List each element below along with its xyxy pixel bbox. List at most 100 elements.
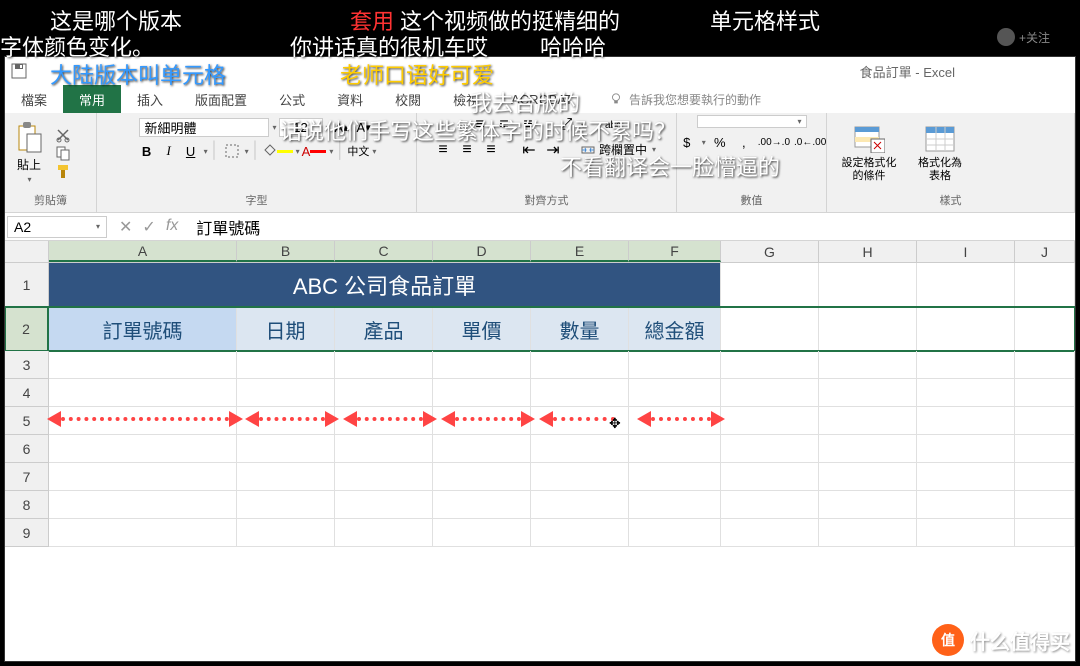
title-cell[interactable]: ABC 公司食品訂單 [49,263,721,307]
cell[interactable] [237,463,335,491]
cell[interactable] [1015,491,1075,519]
tell-me-search[interactable]: 告訴我您想要執行的動作 [609,85,761,113]
paste-button[interactable]: 貼上 ▾ [11,120,47,186]
cell[interactable] [917,491,1015,519]
cell[interactable] [721,351,819,379]
cell[interactable] [917,307,1015,351]
increase-decimal-button[interactable]: .00→.0 [758,132,790,152]
col-header[interactable]: J [1015,241,1075,262]
name-box[interactable]: A2 ▾ [7,216,107,238]
cell[interactable] [433,407,531,435]
cell[interactable] [1015,407,1075,435]
chevron-down-icon[interactable]: ▾ [245,147,249,156]
format-painter-icon[interactable] [55,163,71,179]
cell[interactable] [531,407,629,435]
cell[interactable] [819,519,917,547]
cell[interactable] [531,435,629,463]
cell[interactable] [433,463,531,491]
cell[interactable] [237,407,335,435]
tab-acrobat[interactable]: ACROBAT [495,85,589,113]
format-table-button[interactable]: 格式化為表格 [909,121,971,183]
header-cell[interactable]: 數量 [531,307,629,351]
row-header[interactable]: 2 [5,307,49,351]
cell[interactable] [335,379,433,407]
cell[interactable] [433,379,531,407]
cell[interactable] [819,407,917,435]
row-header[interactable]: 3 [5,351,49,379]
follow-button[interactable]: +关注 [997,28,1050,46]
header-cell[interactable]: 產品 [335,307,433,351]
cell[interactable] [721,263,819,307]
cell[interactable] [629,519,721,547]
cancel-formula-icon[interactable]: ✕ [119,217,132,237]
cell[interactable] [49,407,237,435]
decrease-decimal-button[interactable]: .0←.00 [794,132,826,152]
cell[interactable] [917,351,1015,379]
increase-indent-icon[interactable]: ⇥ [543,140,563,160]
bold-button[interactable]: B [137,141,157,161]
row-header[interactable]: 8 [5,491,49,519]
save-icon[interactable] [11,63,27,79]
cell[interactable] [721,435,819,463]
decrease-font-button[interactable]: A▾ [354,117,374,137]
cell[interactable] [335,351,433,379]
cell[interactable] [1015,379,1075,407]
cell[interactable] [819,351,917,379]
col-header[interactable]: H [819,241,917,262]
cell[interactable] [1015,263,1075,307]
chevron-down-icon[interactable]: ▾ [326,123,330,132]
merge-center-button[interactable]: 跨欄置中 ▾ [577,139,660,160]
cell[interactable] [721,491,819,519]
row-header[interactable]: 9 [5,519,49,547]
cell[interactable] [917,463,1015,491]
cell[interactable] [629,351,721,379]
cell[interactable] [335,491,433,519]
col-header[interactable]: G [721,241,819,262]
tab-formulas[interactable]: 公式 [263,85,321,113]
comma-button[interactable]: , [734,132,754,152]
decrease-indent-icon[interactable]: ⇤ [519,140,539,160]
tab-view[interactable]: 檢視 [437,85,495,113]
accept-formula-icon[interactable]: ✓ [142,217,155,237]
cell[interactable] [237,379,335,407]
cell[interactable] [531,519,629,547]
cell[interactable] [721,307,819,351]
chevron-down-icon[interactable]: ▾ [581,121,585,130]
orientation-icon[interactable]: ⤢ [556,115,576,135]
fill-color-button[interactable] [263,141,293,161]
align-right-icon[interactable]: ≡ [481,140,501,160]
chevron-down-icon[interactable]: ▾ [329,147,333,156]
col-header[interactable]: F [629,241,721,262]
tab-data[interactable]: 資料 [321,85,379,113]
select-all-corner[interactable] [5,241,49,262]
copy-icon[interactable] [55,145,71,161]
cell[interactable] [335,407,433,435]
cell[interactable] [49,351,237,379]
number-format-select[interactable]: ▾ [697,115,807,128]
underline-button[interactable]: U [181,141,201,161]
align-middle-icon[interactable]: ≡ [494,115,514,135]
font-size-select[interactable] [279,118,323,137]
cell[interactable] [819,435,917,463]
tab-insert[interactable]: 插入 [121,85,179,113]
col-header[interactable]: B [237,241,335,262]
cell[interactable] [819,463,917,491]
cut-icon[interactable] [55,127,71,143]
fx-icon[interactable]: fx [166,217,178,237]
cell[interactable] [531,491,629,519]
phonetic-button[interactable]: 中文 [347,141,369,161]
cell[interactable] [819,263,917,307]
cell[interactable] [917,263,1015,307]
cell[interactable] [49,379,237,407]
cell[interactable] [1015,463,1075,491]
cell[interactable] [721,407,819,435]
cell[interactable] [433,491,531,519]
cell[interactable] [237,435,335,463]
cell[interactable] [917,519,1015,547]
cell[interactable] [49,463,237,491]
chevron-down-icon[interactable]: ▾ [702,138,706,147]
cell[interactable] [819,379,917,407]
tab-review[interactable]: 校閱 [379,85,437,113]
font-name-select[interactable] [139,118,269,137]
cell[interactable] [721,379,819,407]
